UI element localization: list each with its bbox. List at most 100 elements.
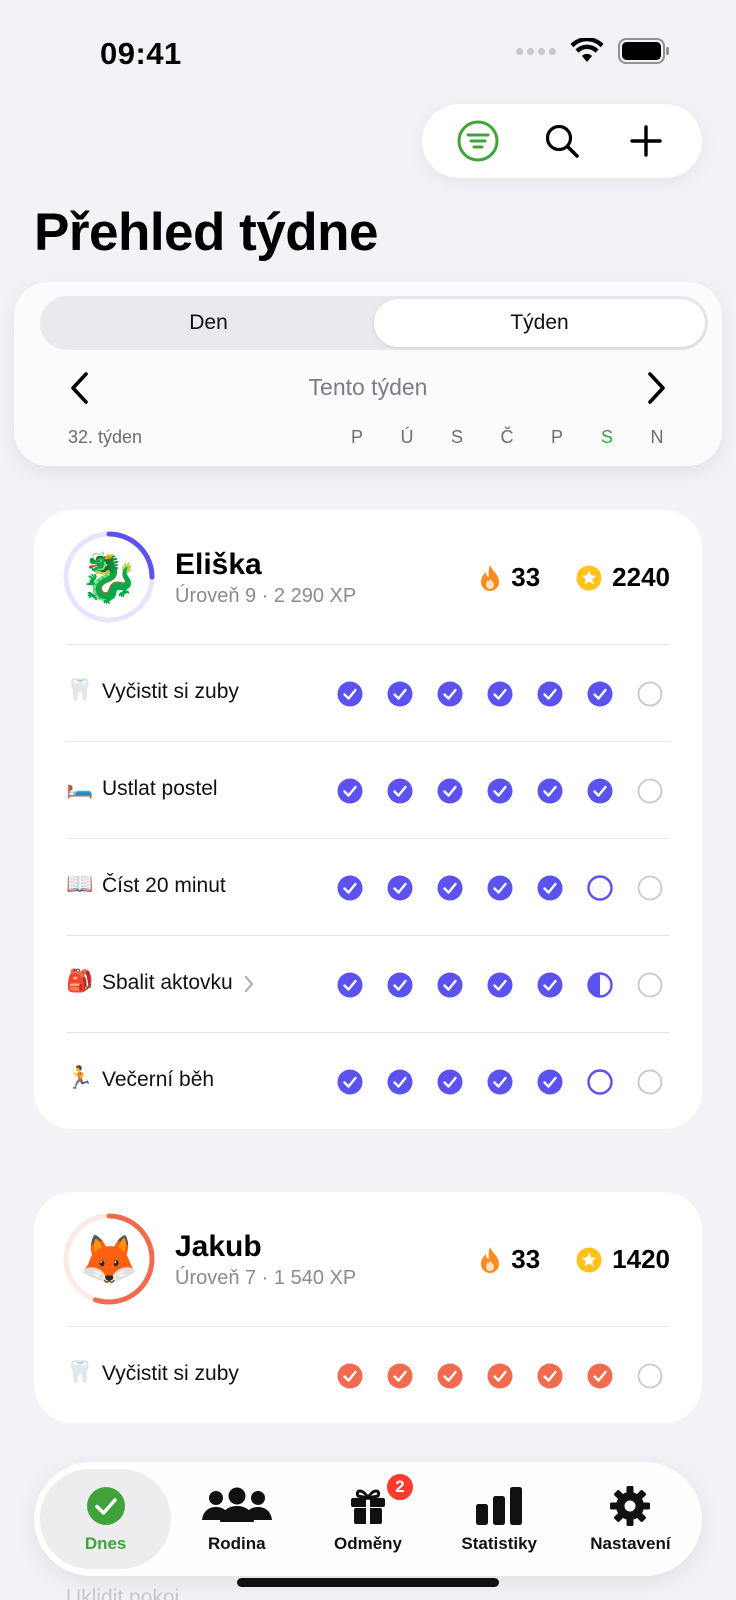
day-check[interactable] (575, 680, 625, 708)
streak-stat: 33 (479, 1244, 540, 1275)
filter-icon (457, 120, 499, 162)
search-button[interactable] (532, 111, 592, 171)
day-check[interactable] (525, 777, 575, 805)
flame-icon (481, 1246, 500, 1273)
chevron-right-icon (244, 975, 254, 993)
check-filled-icon (337, 1363, 363, 1389)
check-filled-icon (487, 1363, 513, 1389)
day-check[interactable] (625, 777, 675, 805)
day-check[interactable] (375, 1068, 425, 1096)
day-check[interactable] (425, 777, 475, 805)
day-check[interactable] (425, 971, 475, 999)
week-number: 32. týden (68, 427, 143, 447)
circle-empty-icon (637, 1069, 663, 1095)
circle-empty-icon (637, 972, 663, 998)
day-check[interactable] (425, 680, 475, 708)
day-check[interactable] (575, 971, 625, 999)
day-check[interactable] (325, 874, 375, 902)
flame-icon (481, 564, 500, 591)
day-check[interactable] (375, 971, 425, 999)
filter-button[interactable] (448, 111, 508, 171)
check-filled-icon (337, 681, 363, 707)
day-check[interactable] (475, 777, 525, 805)
tab-settings[interactable]: Nastavení (565, 1469, 696, 1569)
circle-half-icon (587, 972, 613, 998)
day-check[interactable] (625, 1068, 675, 1096)
day-check[interactable] (625, 680, 675, 708)
star-coin-icon (576, 1247, 602, 1272)
day-check[interactable] (325, 971, 375, 999)
member-name: Jakub (175, 1230, 262, 1263)
task-row[interactable]: 🛏️ Ustlat postel (66, 741, 670, 838)
day-check[interactable] (325, 680, 375, 708)
task-emoji: 🛏️ (66, 774, 94, 799)
check-filled-icon (387, 778, 413, 804)
day-header: P (350, 427, 363, 447)
day-check[interactable] (525, 1068, 575, 1096)
next-week-button[interactable] (636, 368, 676, 408)
avatar-emoji: 🦊 (79, 1233, 139, 1287)
day-check[interactable] (625, 1362, 675, 1390)
avatar-emoji: 🐉 (79, 551, 139, 605)
task-row[interactable]: 🦷 Vyčistit si zuby (66, 1326, 670, 1423)
member-header[interactable]: 🦊 Jakub Úroveň 7 · 1 540 XP 33 1420 (34, 1192, 702, 1326)
day-check[interactable] (575, 777, 625, 805)
day-check[interactable] (625, 874, 675, 902)
day-check[interactable] (375, 680, 425, 708)
week-selector-card: Den Týden Tento týden 32. týden P Ú S Č P S N (14, 282, 722, 466)
day-check[interactable] (475, 680, 525, 708)
gift-icon (351, 1489, 385, 1524)
circle-open-icon (587, 875, 613, 901)
week-navigation: Tento týden (14, 364, 722, 414)
member-level: Úroveň 7 · 1 540 XP (175, 1267, 357, 1289)
week-label: Tento týden (308, 374, 428, 400)
tab-label: Dnes (84, 1534, 127, 1553)
day-check[interactable] (575, 874, 625, 902)
day-check[interactable] (525, 1362, 575, 1390)
check-filled-icon (337, 972, 363, 998)
check-filled-icon (437, 1069, 463, 1095)
day-check[interactable] (375, 874, 425, 902)
add-button[interactable] (616, 111, 676, 171)
day-check[interactable] (575, 1068, 625, 1096)
day-header: P (550, 427, 563, 447)
segment-day[interactable]: Den (43, 299, 374, 347)
tab-rewards[interactable]: 2 Odměny (302, 1469, 433, 1569)
day-check[interactable] (525, 680, 575, 708)
gear-icon (610, 1486, 651, 1526)
day-check[interactable] (325, 1068, 375, 1096)
day-check[interactable] (475, 971, 525, 999)
task-row[interactable]: 🎒 Sbalit aktovku (66, 935, 670, 1032)
day-check[interactable] (375, 1362, 425, 1390)
tab-today[interactable]: Dnes (40, 1469, 172, 1569)
tab-statistics[interactable]: Statistiky (434, 1469, 565, 1569)
points-stat: 1420 (576, 1244, 670, 1275)
task-row[interactable]: 📖 Číst 20 minut (66, 838, 670, 935)
day-check[interactable] (425, 1362, 475, 1390)
member-card: 🐉 Eliška Úroveň 9 · 2 290 XP 33 2240 🦷 Vyčisti… (34, 510, 702, 1129)
day-check[interactable] (475, 1068, 525, 1096)
day-check[interactable] (475, 874, 525, 902)
day-check[interactable] (325, 1362, 375, 1390)
tab-label: Rodina (208, 1534, 266, 1553)
tab-family[interactable]: Rodina (171, 1469, 302, 1569)
day-check[interactable] (525, 874, 575, 902)
day-check[interactable] (325, 777, 375, 805)
day-check[interactable] (425, 1068, 475, 1096)
segment-week[interactable]: Týden (374, 299, 705, 347)
day-check[interactable] (475, 1362, 525, 1390)
points-count: 2240 (612, 562, 670, 592)
day-check[interactable] (625, 971, 675, 999)
day-check[interactable] (575, 1362, 625, 1390)
day-check[interactable] (525, 971, 575, 999)
member-header[interactable]: 🐉 Eliška Úroveň 9 · 2 290 XP 33 2240 (34, 510, 702, 644)
check-filled-icon (537, 1069, 563, 1095)
task-row[interactable]: 🦷 Vyčistit si zuby (66, 644, 670, 741)
check-filled-icon (537, 778, 563, 804)
check-filled-icon (537, 875, 563, 901)
search-icon (545, 124, 579, 158)
task-row[interactable]: 🏃 Večerní běh (66, 1032, 670, 1129)
task-day-marks (325, 680, 675, 708)
day-check[interactable] (375, 777, 425, 805)
day-check[interactable] (425, 874, 475, 902)
